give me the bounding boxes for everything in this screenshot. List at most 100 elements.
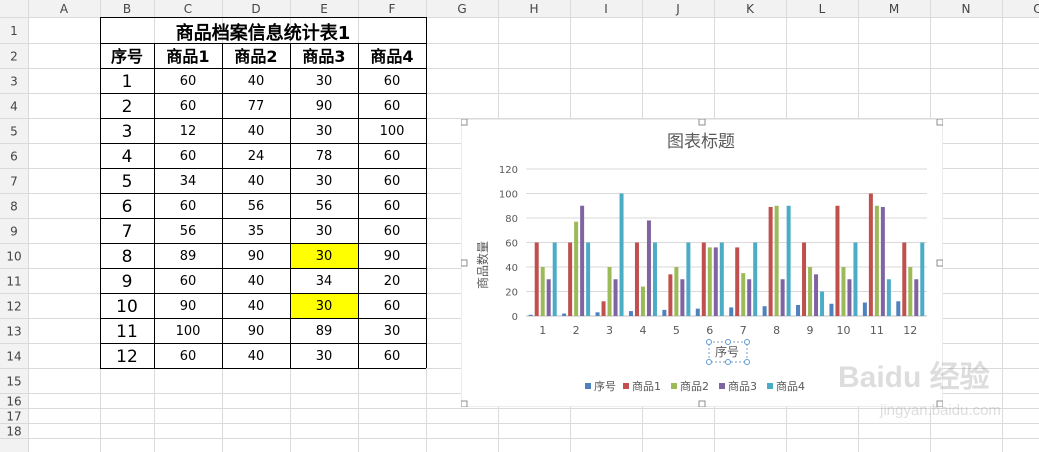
bar[interactable]	[528, 314, 533, 316]
bar[interactable]	[814, 274, 819, 316]
value-cell[interactable]: 30	[384, 324, 401, 339]
value-cell[interactable]: 60	[180, 199, 197, 214]
bar[interactable]	[880, 206, 885, 316]
bar[interactable]	[586, 242, 591, 317]
value-cell[interactable]: 60	[384, 349, 401, 364]
bar[interactable]	[753, 242, 758, 317]
value-cell[interactable]: 40	[248, 274, 265, 289]
index-cell[interactable]: 4	[122, 147, 133, 167]
value-cell[interactable]: 90	[248, 324, 265, 339]
bar[interactable]	[680, 279, 685, 316]
value-cell[interactable]: 30	[316, 74, 333, 89]
row-header-12[interactable]: 12	[6, 300, 21, 314]
header-cell[interactable]: 商品3	[302, 47, 345, 66]
value-cell[interactable]: 40	[248, 174, 265, 189]
value-cell[interactable]: 60	[384, 224, 401, 239]
bar[interactable]	[701, 242, 706, 317]
value-cell[interactable]: 40	[248, 74, 265, 89]
value-cell[interactable]: 60	[180, 99, 197, 114]
index-cell[interactable]: 3	[122, 122, 133, 142]
title-handle[interactable]	[744, 339, 750, 345]
value-cell[interactable]: 60	[384, 174, 401, 189]
resize-handle[interactable]	[698, 119, 706, 126]
column-header-L[interactable]: L	[819, 2, 826, 16]
bar[interactable]	[747, 279, 752, 316]
bar[interactable]	[540, 267, 545, 316]
bar[interactable]	[774, 205, 779, 316]
column-header-M[interactable]: M	[889, 2, 899, 16]
value-cell[interactable]: 12	[180, 124, 197, 139]
value-cell[interactable]: 100	[176, 324, 201, 339]
bar[interactable]	[662, 309, 667, 316]
index-cell[interactable]: 8	[122, 247, 133, 267]
row-header-18[interactable]: 18	[6, 425, 21, 439]
table-title[interactable]: 商品档案信息统计表1	[176, 22, 351, 44]
index-cell[interactable]: 12	[116, 347, 138, 367]
resize-handle[interactable]	[461, 400, 468, 407]
value-cell[interactable]: 56	[248, 199, 265, 214]
legend-label[interactable]: 商品3	[728, 379, 757, 393]
row-header-8[interactable]: 8	[10, 200, 18, 214]
bar[interactable]	[601, 301, 606, 316]
index-cell[interactable]: 1	[122, 72, 133, 92]
value-cell[interactable]: 56	[316, 199, 333, 214]
value-cell[interactable]: 30	[316, 349, 333, 364]
bar-chart[interactable]: 图表标题 0204060801001201 2 3 4 5 6 7 8 9 10 11 12 商品数量…	[461, 119, 943, 407]
value-cell[interactable]: 90	[384, 249, 401, 264]
value-cell[interactable]: 35	[248, 224, 265, 239]
bar[interactable]	[786, 205, 791, 316]
bar[interactable]	[668, 274, 673, 316]
value-cell[interactable]: 60	[384, 99, 401, 114]
title-handle[interactable]	[706, 359, 712, 365]
resize-handle[interactable]	[461, 119, 468, 126]
bar[interactable]	[628, 311, 633, 316]
bar[interactable]	[847, 279, 852, 316]
row-header-17[interactable]: 17	[6, 410, 21, 424]
value-cell[interactable]: 60	[384, 149, 401, 164]
value-cell[interactable]: 77	[248, 99, 265, 114]
header-cell[interactable]: 商品2	[234, 47, 277, 66]
header-cell[interactable]: 商品4	[370, 47, 413, 66]
row-header-2[interactable]: 2	[10, 50, 18, 64]
bar[interactable]	[835, 205, 840, 316]
resize-handle[interactable]	[936, 400, 943, 407]
bar[interactable]	[646, 220, 651, 316]
bar[interactable]	[796, 304, 801, 316]
bar[interactable]	[534, 242, 539, 317]
legend-label[interactable]: 序号	[594, 379, 616, 393]
column-header-K[interactable]: K	[746, 2, 755, 16]
bar[interactable]	[902, 242, 907, 317]
bar[interactable]	[868, 193, 873, 317]
value-cell[interactable]: 30	[316, 249, 333, 264]
bar[interactable]	[595, 312, 600, 316]
bar[interactable]	[862, 302, 867, 316]
column-header-A[interactable]: A	[60, 2, 69, 16]
value-cell[interactable]: 90	[248, 249, 265, 264]
index-cell[interactable]: 6	[122, 197, 133, 217]
value-cell[interactable]: 89	[180, 249, 197, 264]
legend-label[interactable]: 商品1	[632, 379, 661, 393]
row-header-1[interactable]: 1	[10, 24, 18, 38]
row-header-3[interactable]: 3	[10, 75, 18, 89]
bar[interactable]	[634, 242, 639, 317]
header-cell[interactable]: 序号	[111, 47, 143, 66]
bar[interactable]	[574, 221, 579, 316]
row-header-16[interactable]: 16	[6, 395, 21, 409]
row-header-7[interactable]: 7	[10, 175, 18, 189]
title-handle[interactable]	[725, 339, 731, 345]
bar[interactable]	[780, 279, 785, 316]
bar[interactable]	[707, 247, 712, 316]
bar[interactable]	[896, 301, 901, 316]
value-cell[interactable]: 90	[180, 299, 197, 314]
column-header-B[interactable]: B	[123, 2, 131, 16]
column-header-D[interactable]: D	[251, 2, 260, 16]
value-cell[interactable]: 60	[180, 274, 197, 289]
column-header-O[interactable]: O	[1033, 2, 1039, 16]
row-header-13[interactable]: 13	[6, 325, 21, 339]
value-cell[interactable]: 20	[384, 274, 401, 289]
bar[interactable]	[607, 267, 612, 316]
bar[interactable]	[640, 286, 645, 316]
legend-label[interactable]: 商品2	[680, 379, 709, 393]
column-header-N[interactable]: N	[962, 2, 971, 16]
column-header-I[interactable]: I	[604, 2, 608, 16]
